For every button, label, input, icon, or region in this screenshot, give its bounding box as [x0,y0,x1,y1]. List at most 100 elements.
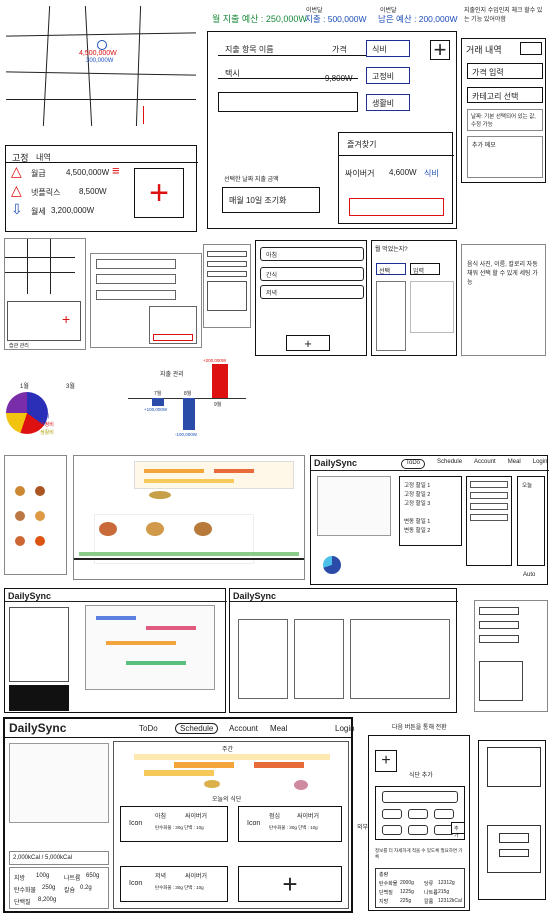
dailysync-main: DailySync ToDo Schedule Account Meal Log… [3,717,355,913]
nav-schedule-small[interactable]: Schedule [437,459,462,469]
nav-todo[interactable]: ToDo [139,724,158,733]
bar-jul [152,398,164,406]
meal-select-panel: 뭘 먹었는지? 선택 입력 [371,240,457,356]
add-fixed-button[interactable]: + [134,168,184,218]
kcal-box: 2,000kCal / 5,000kCal [9,851,109,865]
mini-form [90,253,202,348]
favorites-title: 즐겨찾기 [347,140,377,149]
ds-logo-small: DailySync [314,458,358,468]
expense-form: 지출 항목 이름 가격 식비 + 택시 9,800W 고정비 생활비 즐겨찾기 … [207,31,457,229]
meal-question: 뭘 먹었는지? [375,247,408,253]
meal-row-dinner: 저녁 [266,291,278,297]
popup-detail [478,740,546,900]
notes-text: 음식 사진, 이름, 칼로리 자동채워 선택 할 수 있게 세팅 가능 [467,262,538,286]
bar-aug-label: 8월 [184,391,192,397]
month-label-1: 1월 [20,384,29,390]
meal-popup: + 식단 추가 추가 정보를 더 자세하게 적을 수 있도록 필요하면 기록 총… [368,735,470,911]
nav-meal[interactable]: Meal [270,724,287,733]
map-amount-1: 4,500,000W [79,50,117,57]
popup-add-button[interactable]: + [375,750,397,772]
trade-screen [474,600,548,712]
logo: DailySync [9,721,67,735]
choose-tab[interactable]: 선택 [376,263,406,275]
nav-login-small[interactable]: Login [533,459,548,469]
notes-panel: 음식 사진, 이름, 칼로리 자동채워 선택 할 수 있게 세팅 가능 [461,244,546,356]
nav-account-small[interactable]: Account [474,459,496,469]
popup-add-small[interactable]: 추가 [451,822,465,839]
auto-label: Auto [523,572,536,578]
cat-living-button[interactable]: 생활비 [366,94,410,111]
warn-icon: △ [11,163,22,179]
warn-icon-2: △ [11,182,22,198]
nav-account[interactable]: Account [229,724,258,733]
cat-food-button[interactable]: 식비 [366,40,410,57]
todo-list-small: 고정 할일 1 고정 할일 2 고정 할일 3 변동 할일 1 변동 할일 2 [399,476,462,546]
map-sketch: 4,500,000W 300,000W [6,6,200,131]
fixed-row-1-label: 월급 [31,169,46,178]
mini-map: + 습관 관리 [4,238,86,350]
mini-calendar[interactable] [9,743,109,823]
nav-todo-small[interactable]: ToDo [401,459,426,469]
ext-label: 외부 [357,825,369,831]
spent-label: 지출 : 500,000W [305,14,367,24]
mini-trade [203,244,251,328]
nutrient-box: 지방 100g 나트륨 650g 탄수화물 250g 칼슘 0.2g 단백질 8… [9,867,109,909]
fixed-row-3-amount: 3,200,000W [51,206,95,215]
menu-icon[interactable]: ≡ [112,163,120,178]
todo-today-small: 오늘 [517,476,545,566]
budget-label: 월 지출 예산 : 250,000W [212,14,307,24]
bar-jul-label: 7월 [154,391,162,397]
add-meal-button[interactable]: + [286,335,330,351]
bar-aug [183,398,195,430]
input-tab[interactable]: 입력 [410,263,440,275]
account-screen: DailySync [229,588,458,713]
fav-amount: 4,600W [389,168,417,177]
category-select[interactable]: 카테고리 선택 [467,87,543,103]
fav-add-button[interactable] [349,198,444,216]
price-input[interactable]: 가격 입력 [467,63,543,79]
trade-panel: 거래 내역 가격 입력 카테고리 선택 날짜: 기본 선택되어 있는 값, 수정… [461,38,546,183]
meal-card-1[interactable]: Icon 아침 싸이버거 탄수화물 : 30g 단백 : 10g [120,806,228,842]
meal-card-3[interactable]: Icon 저녁 싸이버거 탄수화물 : 30g 단백 : 10g [120,866,228,902]
cat-fixed-button[interactable]: 고정비 [366,67,410,84]
memo-hint: 다음 버튼을 통해 전환 [392,725,447,731]
fixed-row-2-amount: 8,500W [79,187,107,196]
check-icon[interactable] [499,833,529,843]
schedule-screen: DailySync [4,588,227,713]
today-meal-label: 오늘의 식단 [212,797,242,803]
fav-item: 싸이버거 [345,169,375,178]
meal-card-2[interactable]: Icon 점심 싸이버거 탄수화물 : 30g 단백 : 10g [238,806,342,842]
chart-title: 지출 관리 [160,372,184,378]
favorites-panel: 즐겨찾기 싸이버거 4,600W 식비 [338,132,454,224]
fixed-row-1-amount: 4,500,000W [66,168,110,177]
pie-legend-3: 생활비 [40,430,54,436]
app-screen-2 [73,455,305,580]
mini-plus-icon[interactable]: + [62,311,70,327]
col-name: 지출 항목 이름 [225,45,274,54]
todo-side-small [466,476,512,566]
app-screen-1 [4,455,67,575]
memo-field[interactable]: 추가 메모 [467,136,543,178]
fixed-row-3-label: 월세 [31,207,46,216]
map-amount-2: 300,000W [86,58,114,64]
month-label-2: 3월 [66,384,75,390]
add-meal-card-button[interactable]: + [238,866,342,902]
bar-sep [212,364,228,398]
nav-schedule[interactable]: Schedule [175,723,219,734]
app-screen-3: DailySync ToDo Schedule Account Meal Log… [310,455,549,585]
nav-login[interactable]: Login [335,724,355,733]
meal-area: 주간 오늘의 식단 Icon 아침 싸이버거 탄수화물 : 30g 단백 : 1… [113,741,349,909]
nav-meal-small[interactable]: Meal [508,459,521,469]
fixed-row-2-label: 넷플릭스 [31,188,61,197]
date-amount-box: 매월 10일 조기화 [222,187,320,213]
meal-row-snack: 간식 [266,273,278,279]
pie-legend-1: 식비 [40,414,50,420]
meal-list-panel: 아침 간식 저녁 + [255,240,367,356]
map-pin-icon[interactable] [97,40,107,50]
close-icon[interactable] [520,42,542,55]
add-expense-button[interactable]: + [430,39,450,61]
col-price: 가격 [332,45,347,54]
date-field[interactable]: 날짜: 기본 선택되어 있는 값, 수정 가능 [467,109,543,131]
habit-label: 습관 관리 [9,343,29,349]
popup-note: 정보를 더 자세하게 적을 수 있도록 필요하면 기록 [375,848,463,859]
